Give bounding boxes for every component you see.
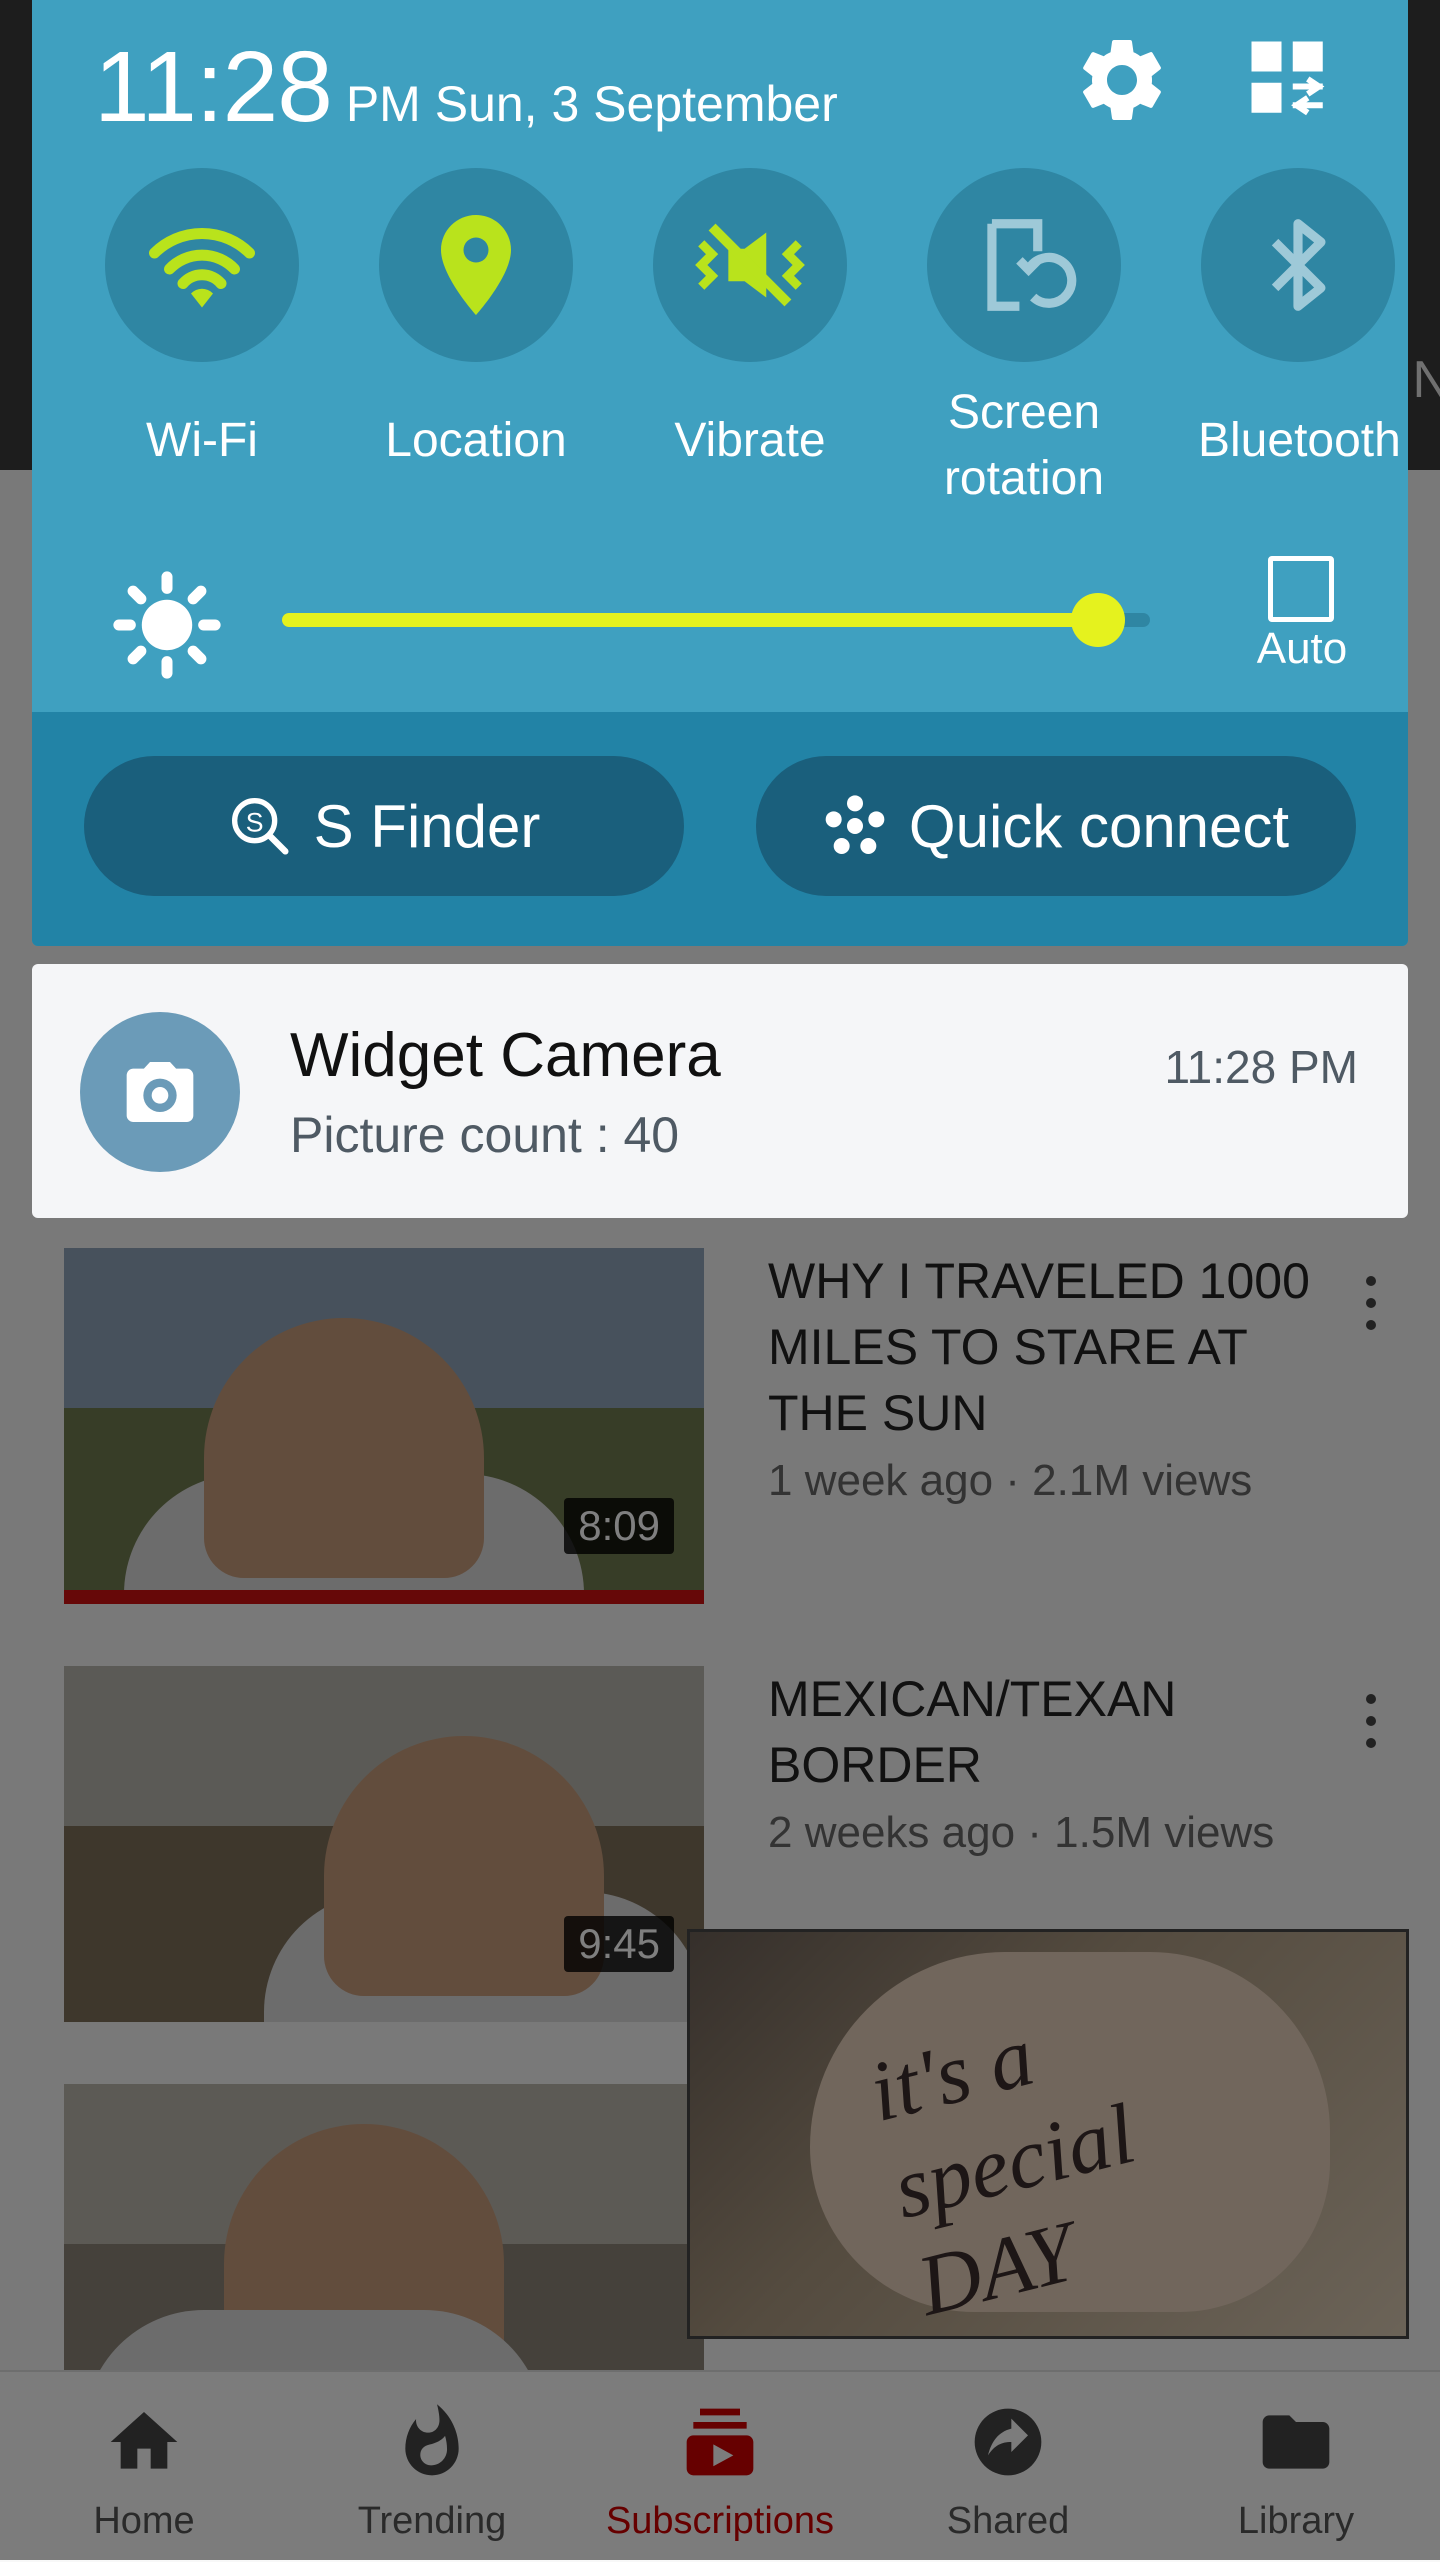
clock-date: PM Sun, 3 September xyxy=(345,76,838,132)
auto-brightness-checkbox[interactable] xyxy=(1268,556,1334,622)
svg-text:S: S xyxy=(245,807,263,837)
edit-quick-settings-icon[interactable] xyxy=(1244,34,1334,124)
screen-rotation-icon xyxy=(987,219,1077,311)
toggle-bluetooth[interactable]: Bluetooth xyxy=(1198,168,1401,474)
quick-connect-button[interactable]: Quick connect xyxy=(756,756,1356,896)
quick-connect-icon xyxy=(825,795,885,854)
s-finder-label: S Finder xyxy=(313,792,541,860)
brightness-sun-icon xyxy=(112,570,222,680)
toggle-location[interactable]: Location xyxy=(376,168,576,474)
toggle-label: Bluetooth xyxy=(1198,414,1401,467)
s-finder-button[interactable]: S S Finder xyxy=(84,756,684,896)
toggle-label-line1: Screen xyxy=(947,386,1101,439)
toggle-screen-rotation[interactable]: Screen rotation xyxy=(924,168,1124,512)
toggle-label: Vibrate xyxy=(674,414,826,467)
shade-action-bar: S S Finder Quick connect xyxy=(32,712,1408,946)
toggle-vibrate[interactable]: Vibrate xyxy=(650,168,850,474)
notification-card[interactable]: Widget Camera Picture count : 40 11:28 P… xyxy=(32,964,1408,1218)
camera-icon xyxy=(80,1012,240,1172)
wifi-icon xyxy=(149,227,255,308)
notification-time: 11:28 PM xyxy=(1164,1041,1358,1093)
toggle-label-line2: rotation xyxy=(943,452,1105,505)
auto-brightness-label: Auto xyxy=(1256,624,1348,673)
clock: 11:28 PM Sun, 3 September xyxy=(94,30,838,145)
s-finder-search-icon: S xyxy=(231,798,289,855)
location-icon xyxy=(441,215,511,315)
toggle-wifi[interactable]: Wi-Fi xyxy=(102,168,302,474)
vibrate-icon xyxy=(695,223,805,307)
brightness-slider-fill xyxy=(282,613,1098,627)
bluetooth-icon xyxy=(1271,219,1326,311)
toggle-label: Wi-Fi xyxy=(146,414,258,467)
toggle-label: Screen rotation xyxy=(924,380,1124,512)
clock-time: 11:28 xyxy=(94,31,333,143)
quick-connect-label: Quick connect xyxy=(908,792,1290,860)
notification-text: Picture count : 40 xyxy=(290,1107,680,1163)
notification-shade: 11:28 PM Sun, 3 September Wi-Fi Location… xyxy=(32,0,1408,946)
brightness-slider[interactable] xyxy=(282,593,1150,647)
settings-gear-icon[interactable] xyxy=(1072,30,1172,130)
toggle-label: Location xyxy=(385,414,567,467)
notification-title: Widget Camera xyxy=(290,1021,721,1090)
brightness-slider-thumb[interactable] xyxy=(1070,593,1125,647)
